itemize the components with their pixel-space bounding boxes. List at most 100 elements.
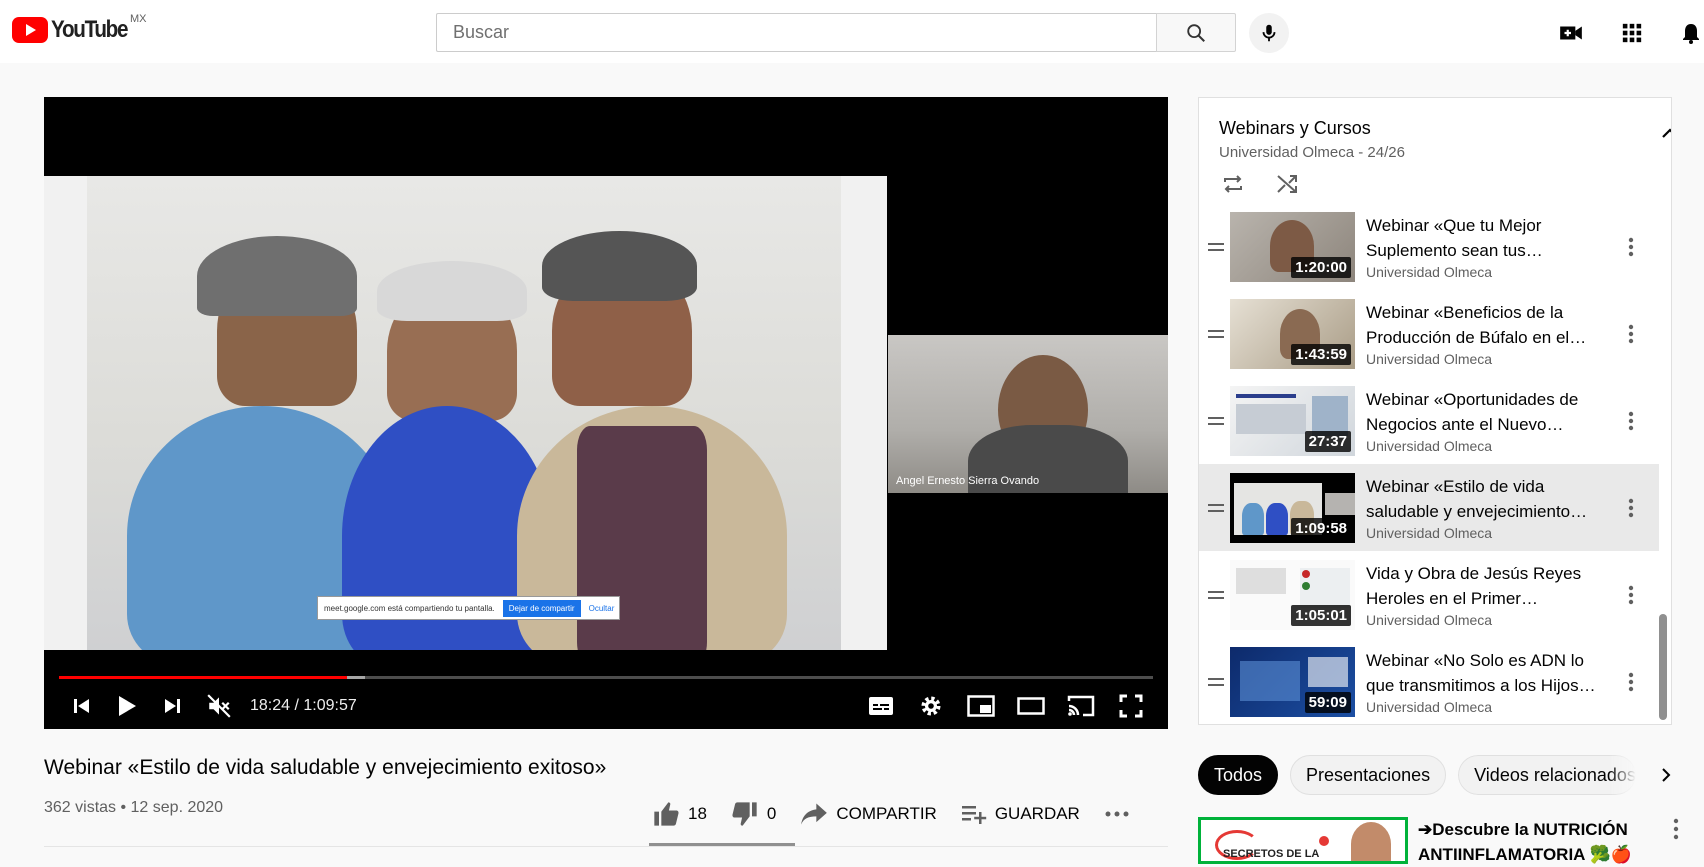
repeat-icon — [1224, 175, 1242, 193]
video-thumbnail[interactable]: 59:09 — [1230, 647, 1355, 717]
shuffle-icon — [1277, 175, 1297, 193]
miniplayer-button[interactable] — [956, 683, 1006, 729]
more-options-icon[interactable] — [1619, 638, 1643, 724]
bell-icon — [1683, 24, 1699, 44]
playlist-item[interactable]: 27:37 Webinar «Oportunidades de Negocios… — [1199, 377, 1659, 464]
subtitles-icon — [869, 697, 893, 715]
playlist-title[interactable]: Webinars y Cursos — [1219, 118, 1371, 139]
microphone-icon — [1262, 24, 1276, 42]
theater-mode-button[interactable] — [1006, 683, 1056, 729]
chip-presentaciones[interactable]: Presentaciones — [1290, 755, 1447, 795]
participant-camera — [888, 335, 1168, 493]
playlist-subtitle[interactable]: Universidad Olmeca - 24/26 — [1219, 144, 1405, 161]
chip-todos[interactable]: Todos — [1198, 755, 1279, 795]
playlist-add-icon — [961, 806, 987, 824]
drag-handle-icon[interactable] — [1207, 638, 1225, 724]
drag-handle-icon[interactable] — [1207, 203, 1225, 290]
stop-sharing-button: Dejar de compartir — [502, 599, 581, 617]
duration-badge: 1:20:00 — [1291, 257, 1351, 278]
mute-button[interactable] — [194, 683, 244, 729]
playlist-item-current[interactable]: 1:09:58 Webinar «Estilo de vida saludabl… — [1199, 464, 1659, 551]
video-camera-plus-icon — [1560, 26, 1582, 40]
shuffle-playlist-button[interactable] — [1273, 170, 1301, 198]
notifications-button[interactable] — [1678, 20, 1704, 46]
recommended-thumbnail[interactable]: SECRETOS DE LA — [1198, 817, 1408, 864]
loop-playlist-button[interactable] — [1219, 170, 1247, 198]
duration-badge: 59:09 — [1304, 692, 1351, 713]
related-filter-chips: Todos Presentaciones Videos relacionados — [1198, 755, 1648, 795]
video-thumbnail[interactable]: 1:43:59 — [1230, 299, 1355, 369]
chips-next-button[interactable] — [1660, 766, 1672, 789]
playlist-item[interactable]: 1:20:00 Webinar «Que tu Mejor Suplemento… — [1199, 203, 1659, 290]
playlist-scrollbar[interactable] — [1659, 614, 1667, 720]
video-thumbnail[interactable]: 1:20:00 — [1230, 212, 1355, 282]
video-title: Webinar «Estilo de vida saludable y enve… — [44, 756, 607, 779]
share-arrow-icon — [801, 803, 828, 825]
item-channel: Universidad Olmeca — [1366, 699, 1493, 715]
like-button[interactable]: 18 — [652, 800, 707, 828]
drag-handle-icon[interactable] — [1207, 551, 1225, 638]
screen-share-notice: meet.google.com está compartiendo tu pan… — [317, 596, 620, 620]
drag-handle-icon[interactable] — [1207, 290, 1225, 377]
fullscreen-button[interactable] — [1106, 683, 1156, 729]
item-title[interactable]: Webinar «No Solo es ADN lo que transmiti… — [1366, 648, 1606, 698]
thumbs-down-icon — [732, 802, 757, 826]
subtitles-button[interactable] — [856, 683, 906, 729]
next-button[interactable] — [148, 683, 198, 729]
search-button[interactable] — [1156, 13, 1236, 52]
cast-button[interactable] — [1056, 683, 1106, 729]
share-button[interactable]: COMPARTIR — [800, 801, 937, 827]
video-thumbnail[interactable]: 1:09:58 — [1230, 473, 1355, 543]
hide-notice-button: Ocultar — [588, 603, 615, 613]
played-bar — [59, 676, 347, 679]
playlist-panel: 1:20:00 Webinar «Que tu Mejor Suplemento… — [1198, 97, 1672, 725]
duration-badge: 1:43:59 — [1291, 344, 1351, 365]
more-actions-button[interactable] — [1104, 810, 1138, 818]
create-video-button[interactable] — [1558, 20, 1584, 46]
more-options-icon[interactable] — [1673, 818, 1679, 845]
country-code: MX — [130, 13, 147, 25]
item-title[interactable]: Webinar «Que tu Mejor Suplemento sean tu… — [1366, 213, 1606, 263]
more-horizontal-icon — [1105, 811, 1129, 817]
play-button[interactable] — [102, 683, 152, 729]
video-thumbnail[interactable]: 1:05:01 — [1230, 560, 1355, 630]
previous-icon — [74, 699, 89, 713]
youtube-wordmark: YouTube — [51, 16, 128, 43]
item-title[interactable]: Vida y Obra de Jesús Reyes Heroles en el… — [1366, 561, 1606, 611]
more-options-icon[interactable] — [1619, 203, 1643, 290]
player-controls: 18:24 / 1:09:57 — [44, 683, 1168, 729]
progress-bar[interactable] — [59, 676, 1153, 679]
item-title[interactable]: Webinar «Beneficios de la Producción de … — [1366, 300, 1606, 350]
youtube-logo[interactable]: YouTube — [12, 16, 140, 44]
more-options-icon[interactable] — [1619, 464, 1643, 551]
collapse-playlist-button[interactable] — [1661, 126, 1671, 144]
playlist-item[interactable]: 1:05:01 Vida y Obra de Jesús Reyes Herol… — [1199, 551, 1659, 638]
more-options-icon[interactable] — [1619, 290, 1643, 377]
item-title[interactable]: Webinar «Estilo de vida saludable y enve… — [1366, 474, 1606, 524]
more-options-icon[interactable] — [1619, 551, 1643, 638]
settings-button[interactable] — [906, 683, 956, 729]
drag-handle-icon[interactable] — [1207, 377, 1225, 464]
gear-icon — [921, 696, 941, 716]
save-button[interactable]: GUARDAR — [961, 803, 1080, 825]
playlist-item[interactable]: 1:43:59 Webinar «Beneficios de la Produc… — [1199, 290, 1659, 377]
video-player[interactable]: Angel Ernesto Sierra Ovando meet.google.… — [44, 97, 1168, 729]
apps-grid-icon — [1622, 23, 1642, 43]
voice-search-button[interactable] — [1249, 13, 1289, 53]
item-title[interactable]: Webinar «Oportunidades de Negocios ante … — [1366, 387, 1606, 437]
chip-videos-relacionados[interactable]: Videos relacionados — [1458, 755, 1637, 795]
item-channel: Universidad Olmeca — [1366, 438, 1493, 454]
save-label: GUARDAR — [994, 804, 1080, 823]
like-count: 18 — [688, 804, 707, 823]
dislike-button[interactable]: 0 — [731, 800, 776, 828]
drag-handle-icon[interactable] — [1207, 464, 1225, 551]
cast-icon — [1067, 695, 1095, 717]
apps-button[interactable] — [1619, 20, 1645, 46]
video-thumbnail[interactable]: 27:37 — [1230, 386, 1355, 456]
search-input[interactable] — [453, 22, 1156, 43]
more-options-icon[interactable] — [1619, 377, 1643, 464]
previous-button[interactable] — [56, 683, 106, 729]
playlist-item[interactable]: 59:09 Webinar «No Solo es ADN lo que tra… — [1199, 638, 1659, 724]
duration-badge: 27:37 — [1304, 431, 1351, 452]
recommended-title[interactable]: ➔Descubre la NUTRICIÓN ANTIINFLAMATORIA … — [1418, 817, 1663, 867]
